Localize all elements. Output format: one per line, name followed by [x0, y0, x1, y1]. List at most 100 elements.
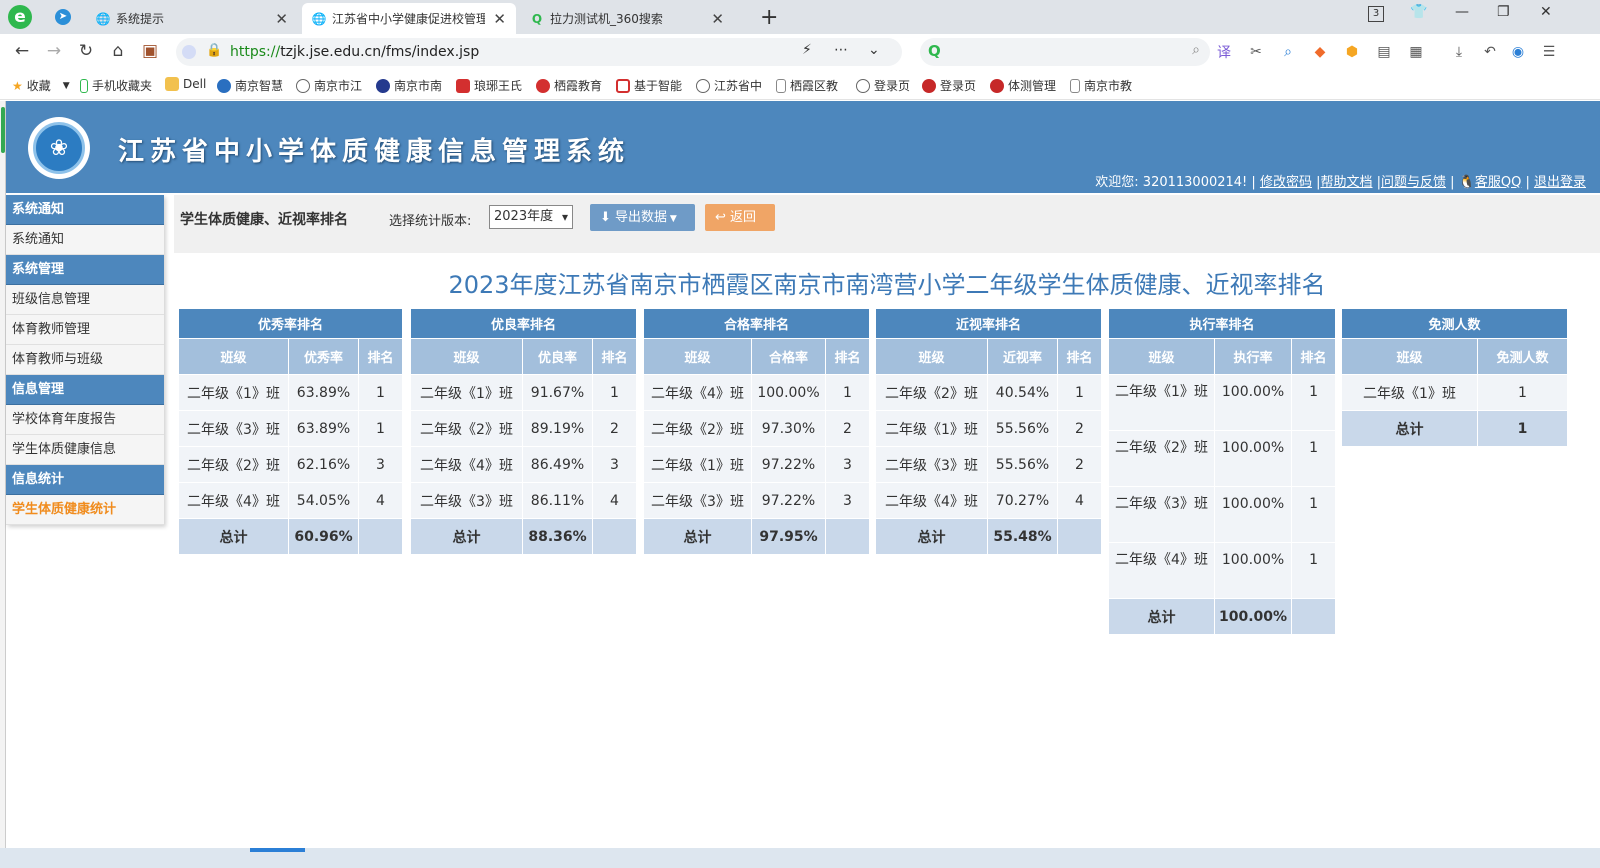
bookmark-dell[interactable]: Dell	[165, 77, 206, 91]
search-engine-icon[interactable]: Q	[928, 42, 941, 60]
myopia-rate-table: 近视率排名 班级 近视率 排名 二年级《2》班 40.54% 1 二年级《1》班 55.56% 2…	[875, 308, 1102, 555]
total-cell: 97.95%	[751, 518, 826, 555]
undo-icon[interactable]: ↶	[1481, 43, 1499, 61]
reader-icon[interactable]: ▤	[1375, 43, 1393, 61]
export-button[interactable]: ⬇ 导出数据 ▼	[590, 204, 695, 231]
bookmark-site[interactable]: 江苏省中	[696, 77, 762, 94]
site-info-icon[interactable]	[182, 45, 196, 59]
logout-link[interactable]: 退出登录	[1534, 175, 1586, 190]
more-icon[interactable]: ⋯	[834, 42, 848, 58]
web-page: ❀ 江苏省中小学体质健康信息管理系统 欢迎您: 320113000214! | …	[6, 101, 1600, 868]
table-row: 二年级《2》班 62.16% 3	[178, 446, 403, 483]
bookmark-site[interactable]: 体测管理	[990, 77, 1056, 94]
address-field[interactable]: 🔒 https://tzjk.jse.edu.cn/fms/index.jsp …	[176, 38, 902, 66]
table-cell: 3	[825, 482, 870, 519]
telegram-icon[interactable]: ➤	[55, 9, 71, 25]
home-icon[interactable]: ⌂	[108, 41, 128, 61]
tab-system-notice[interactable]: 🌐 系统提示 ✕	[86, 3, 298, 34]
bookmark-site[interactable]: 南京市南	[376, 77, 442, 94]
menu-icon[interactable]: ☰	[1540, 43, 1558, 61]
sidebar-item-annual-report[interactable]: 学校体育年度报告	[6, 405, 164, 435]
tab-count-badge[interactable]: 3	[1368, 6, 1384, 22]
column-header: 班级	[178, 338, 289, 375]
search-icon[interactable]: ⌕	[1192, 42, 1200, 58]
sidebar-item-student-health[interactable]: 学生体质健康信息	[6, 435, 164, 465]
help-link[interactable]: 帮助文档	[1320, 175, 1372, 190]
status-progress	[250, 848, 305, 852]
bookmark-favorites[interactable]: ★ 收藏 ▼	[12, 77, 70, 94]
back-button[interactable]: ↩ 返回	[705, 204, 775, 231]
table-row: 二年级《1》班 63.89% 1	[178, 374, 403, 411]
game-icon[interactable]: ◆	[1311, 43, 1329, 61]
column-header: 近视率	[987, 338, 1058, 375]
total-row: 总计 60.96%	[178, 518, 403, 555]
table-cell: 1	[1057, 374, 1102, 411]
bookmark-site[interactable]: 基于智能	[616, 77, 682, 94]
scroll-indicator	[1, 107, 5, 153]
sync-icon[interactable]: ◉	[1509, 43, 1527, 61]
apps-grid-icon[interactable]: ▦	[1407, 43, 1425, 61]
column-header: 班级	[643, 338, 752, 375]
version-select[interactable]: 2023年度	[489, 205, 573, 229]
chevron-down-icon[interactable]: ⌄	[868, 42, 880, 58]
shield-icon[interactable]: ⬢	[1343, 43, 1361, 61]
minimize-icon[interactable]: —	[1455, 4, 1469, 20]
bookmark-site[interactable]: 栖霞教育	[536, 77, 602, 94]
translate-icon[interactable]: 译	[1215, 43, 1233, 61]
close-tab-icon[interactable]: ✕	[493, 10, 506, 28]
bookmark-site[interactable]: 登录页	[922, 77, 976, 94]
close-tab-icon[interactable]: ✕	[275, 10, 288, 28]
table-row: 二年级《4》班 70.27% 4	[875, 482, 1102, 519]
sidebar-item-pe-teachers[interactable]: 体育教师管理	[6, 315, 164, 345]
table-cell: 4	[358, 482, 403, 519]
bookmark-mobile[interactable]: 手机收藏夹	[80, 77, 152, 94]
feedback-link[interactable]: 问题与反馈	[1381, 175, 1446, 190]
sidebar-group-stats[interactable]: 信息统计	[6, 465, 164, 495]
reload-icon[interactable]: ↻	[76, 41, 96, 61]
bookmark-site[interactable]: 南京市教	[1070, 77, 1132, 94]
site-icon	[217, 78, 231, 93]
new-tab-icon[interactable]: +	[760, 5, 778, 30]
lightning-icon[interactable]: ⚡	[802, 42, 812, 58]
close-tab-icon[interactable]: ✕	[711, 10, 724, 28]
sidebar-item-teacher-class[interactable]: 体育教师与班级	[6, 345, 164, 375]
sidebar-group-info[interactable]: 信息管理	[6, 375, 164, 405]
total-cell: 总计	[875, 518, 988, 555]
page-toolbar: 学生体质健康、近视率排名 选择统计版本: 2023年度 ⬇ 导出数据 ▼ ↩ 返…	[174, 195, 1600, 253]
browser-tab-bar: e ➤ 🌐 系统提示 ✕ 🌐 江苏省中小学健康促进校管理 ✕ Q 拉力测试机_3…	[0, 0, 1600, 34]
table-cell: 二年级《2》班	[178, 446, 289, 483]
tab-360-search[interactable]: Q 拉力测试机_360搜索 ✕	[520, 3, 734, 34]
magnifier-icon[interactable]: ⌕	[1279, 43, 1297, 61]
table-cell: 1	[1291, 430, 1337, 487]
search-input[interactable]: Q ⌕	[920, 38, 1210, 66]
close-window-icon[interactable]: ✕	[1540, 4, 1552, 20]
bookmark-label: 登录页	[940, 79, 977, 93]
sidebar-item-health-stats[interactable]: 学生体质健康统计	[6, 495, 164, 525]
back-icon[interactable]: ←	[12, 41, 32, 61]
support-qq-link[interactable]: 客服QQ	[1475, 175, 1521, 190]
bookmark-site[interactable]: 登录页	[856, 77, 910, 94]
skin-icon[interactable]: 👕	[1410, 4, 1427, 20]
sidebar-item-class-info[interactable]: 班级信息管理	[6, 285, 164, 315]
change-password-link[interactable]: 修改密码	[1260, 175, 1312, 190]
bookmark-site[interactable]: 南京市江	[296, 77, 362, 94]
browser-logo-icon[interactable]: e	[8, 5, 32, 29]
forward-icon[interactable]: →	[44, 41, 64, 61]
download-icon[interactable]: ⤓	[1450, 43, 1468, 61]
table-row: 二年级《3》班 100.00% 1	[1108, 486, 1337, 543]
scissors-icon[interactable]: ✂	[1247, 43, 1265, 61]
bookmark-site[interactable]: 南京智慧	[217, 77, 283, 94]
table-cell: 62.16%	[288, 446, 359, 483]
bookmark-label: 登录页	[874, 79, 911, 93]
tab-health-system[interactable]: 🌐 江苏省中小学健康促进校管理 ✕	[302, 3, 516, 34]
briefcase-icon[interactable]: ▣	[140, 41, 160, 61]
sidebar-group-notice[interactable]: 系统通知	[6, 195, 164, 225]
table-cell: 二年级《4》班	[875, 482, 988, 519]
restore-icon[interactable]: ❐	[1497, 4, 1510, 20]
browser-status-bar	[0, 848, 1600, 868]
sidebar-item-notice[interactable]: 系统通知	[6, 225, 164, 255]
sidebar-group-system[interactable]: 系统管理	[6, 255, 164, 285]
bookmark-site[interactable]: 栖霞区教	[776, 77, 838, 94]
bookmark-site[interactable]: 琅琊王氏	[456, 77, 522, 94]
column-header: 免测人数	[1477, 338, 1568, 375]
